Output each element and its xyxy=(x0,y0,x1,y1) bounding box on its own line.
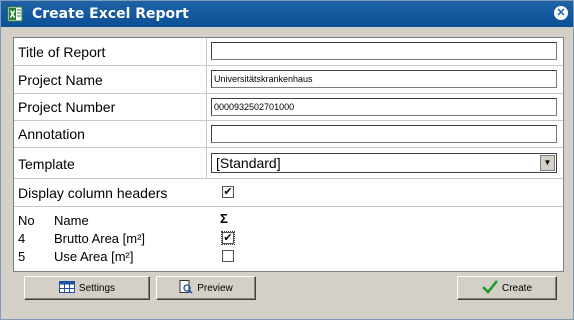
excel-icon xyxy=(6,5,24,23)
display-column-headers-label: Display column headers xyxy=(18,185,168,201)
project-number-label: Project Number xyxy=(18,99,116,115)
create-button[interactable]: Create xyxy=(457,276,557,300)
preview-button[interactable]: Preview xyxy=(156,276,256,300)
row-project-name: Project Name Universitätskrankenhaus xyxy=(14,66,563,94)
table-icon xyxy=(58,280,75,296)
close-icon[interactable]: ✕ xyxy=(554,6,568,20)
row-annotation: Annotation xyxy=(14,121,563,148)
display-column-headers-checkbox[interactable]: ✔ xyxy=(222,186,234,198)
checkmark-icon xyxy=(482,279,498,297)
template-select[interactable]: [Standard] ▼ xyxy=(211,153,557,173)
form-panel: Title of Report Project Name Universität… xyxy=(13,37,564,272)
settings-button[interactable]: Settings xyxy=(24,276,150,300)
preview-button-label: Preview xyxy=(197,282,233,294)
button-bar: Settings Preview Create xyxy=(14,272,564,302)
list-item-name: Use Area [m²] xyxy=(54,249,134,264)
settings-button-label: Settings xyxy=(78,282,116,294)
list-item-no: 4 xyxy=(18,231,26,246)
column-header-name: Name xyxy=(54,213,89,228)
sum-checkbox-use-area[interactable] xyxy=(222,250,234,262)
divider xyxy=(206,121,207,147)
title-bar[interactable]: Create Excel Report ✕ xyxy=(1,1,573,27)
divider xyxy=(206,38,207,65)
columns-list: No Name Σ 4 Brutto Area [m²] ✔ 5 Use Are… xyxy=(14,209,563,271)
create-excel-report-dialog: Create Excel Report ✕ Title of Report Pr… xyxy=(0,0,574,320)
list-item-name: Brutto Area [m²] xyxy=(54,231,146,246)
column-header-no: No xyxy=(18,213,35,228)
list-item-no: 5 xyxy=(18,249,26,264)
row-title: Title of Report xyxy=(14,38,563,66)
divider xyxy=(206,148,207,178)
row-display-headers: Display column headers ✔ xyxy=(14,179,563,207)
sum-icon: Σ xyxy=(220,211,228,226)
divider xyxy=(206,66,207,93)
annotation-input[interactable] xyxy=(211,125,557,143)
template-label: Template xyxy=(18,156,75,172)
title-of-report-label: Title of Report xyxy=(18,44,106,60)
project-name-label: Project Name xyxy=(18,72,103,88)
create-button-label: Create xyxy=(501,282,532,294)
project-name-input[interactable]: Universitätskrankenhaus xyxy=(211,70,557,88)
project-number-input[interactable]: 0000932502701000 xyxy=(211,98,557,116)
row-project-number: Project Number 0000932502701000 xyxy=(14,94,563,121)
divider xyxy=(206,94,207,120)
row-template: Template [Standard] ▼ xyxy=(14,148,563,179)
preview-icon xyxy=(179,279,193,297)
template-select-value: [Standard] xyxy=(216,155,281,171)
sum-checkbox-brutto-area[interactable]: ✔ xyxy=(221,231,235,245)
annotation-label: Annotation xyxy=(18,126,85,142)
chevron-down-icon[interactable]: ▼ xyxy=(540,155,555,171)
title-of-report-input[interactable] xyxy=(211,42,557,60)
window-title: Create Excel Report xyxy=(32,6,189,22)
